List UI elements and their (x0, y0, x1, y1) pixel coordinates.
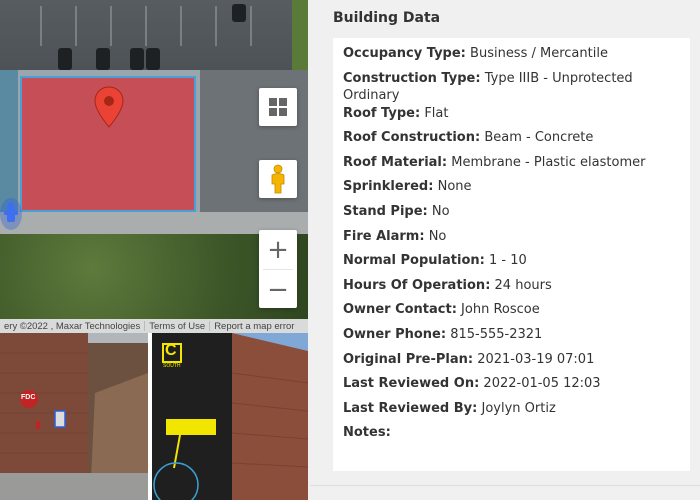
owner-contact-row: Owner Contact: John Roscoe (343, 301, 680, 318)
panel-title: Building Data (333, 10, 441, 26)
row-label: Construction Type: (343, 70, 481, 86)
building-data-card: Occupancy Type: Business / Mercantile Co… (333, 38, 690, 471)
original-pre-plan-row: Original Pre-Plan: 2021-03-19 07:01 (343, 351, 680, 368)
occupancy-type-row: Occupancy Type: Business / Mercantile (343, 45, 680, 62)
roof-construction-row: Roof Construction: Beam - Concrete (343, 129, 680, 146)
hydrant-icon[interactable] (0, 196, 22, 232)
sprinklered-row: Sprinklered: None (343, 178, 680, 195)
row-value: Joylyn Ortiz (481, 400, 556, 416)
row-value: None (437, 179, 472, 195)
row-label: Last Reviewed By: (343, 400, 478, 416)
row-label: Roof Type: (343, 105, 421, 121)
row-label: Occupancy Type: (343, 46, 466, 61)
row-value: 1 - 10 (488, 253, 527, 269)
neighbor-building (0, 70, 18, 212)
row-value: Membrane - Plastic elastomer (451, 154, 646, 170)
building-south-photo[interactable]: C SOUTH (152, 333, 308, 500)
zone-c-sign: C (165, 342, 177, 359)
roof-type-row: Roof Type: Flat (343, 105, 680, 122)
map-attribution: ery ©2022 , Maxar Technologies Terms of … (0, 319, 308, 333)
row-label: Original Pre-Plan: (343, 351, 474, 367)
satellite-map[interactable]: + − ery ©2022 , Maxar Technologies Terms… (0, 0, 308, 333)
map-pin-icon[interactable] (94, 86, 124, 128)
zoom-controls: + − (259, 230, 297, 308)
row-value: John Roscoe (461, 302, 540, 318)
construction-type-row: Construction Type: Type IIIB - Unprotect… (343, 70, 680, 104)
row-label: Last Reviewed On: (343, 376, 480, 392)
roof-material-row: Roof Material: Membrane - Plastic elasto… (343, 154, 680, 171)
parking-lot (0, 0, 308, 72)
fdc-sign: FDC (21, 394, 36, 401)
row-value: 2021-03-19 07:01 (477, 351, 595, 367)
row-value: 24 hours (494, 277, 552, 293)
hours-of-operation-row: Hours Of Operation: 24 hours (343, 277, 680, 294)
row-label: Notes: (343, 425, 391, 441)
row-label: Owner Contact: (343, 302, 457, 318)
report-map-error-link[interactable]: Report a map error (210, 321, 298, 332)
row-value: 2022-01-05 12:03 (483, 376, 601, 392)
zoom-out-button[interactable]: − (259, 270, 297, 309)
normal-population-row: Normal Population: 1 - 10 (343, 252, 680, 269)
row-value: Business / Mercantile (470, 46, 608, 61)
zoom-in-button[interactable]: + (259, 230, 297, 269)
row-label: Roof Construction: (343, 130, 481, 146)
row-value: Flat (424, 105, 449, 121)
imagery-credit: ery ©2022 , Maxar Technologies (4, 320, 141, 332)
map-layers-button[interactable] (259, 88, 297, 126)
owner-phone-row: Owner Phone: 815-555-2321 (343, 326, 680, 343)
grid-icon (269, 98, 287, 116)
row-label: Hours Of Operation: (343, 277, 491, 293)
last-reviewed-by-row: Last Reviewed By: Joylyn Ortiz (343, 400, 680, 417)
fire-alarm-row: Fire Alarm: No (343, 228, 680, 245)
row-value: Beam - Concrete (484, 130, 594, 146)
row-label: Stand Pipe: (343, 203, 428, 219)
terms-of-use-link[interactable]: Terms of Use (145, 321, 209, 332)
photo-image (0, 333, 148, 500)
notes-row: Notes: (343, 424, 680, 441)
divider (310, 485, 700, 486)
row-value: No (431, 203, 450, 219)
row-label: Roof Material: (343, 154, 448, 170)
last-reviewed-on-row: Last Reviewed On: 2022-01-05 12:03 (343, 375, 680, 392)
row-value: No (428, 228, 447, 244)
street-view-button[interactable] (259, 160, 297, 198)
row-value: 815-555-2321 (450, 326, 543, 342)
building-side-photo[interactable]: FDC (0, 333, 148, 500)
row-label: Fire Alarm: (343, 228, 425, 244)
row-label: Sprinklered: (343, 179, 434, 195)
south-label: SOUTH (163, 363, 181, 369)
pegman-icon (271, 164, 285, 194)
row-label: Owner Phone: (343, 326, 447, 342)
stand-pipe-row: Stand Pipe: No (343, 203, 680, 220)
row-label: Normal Population: (343, 253, 485, 269)
